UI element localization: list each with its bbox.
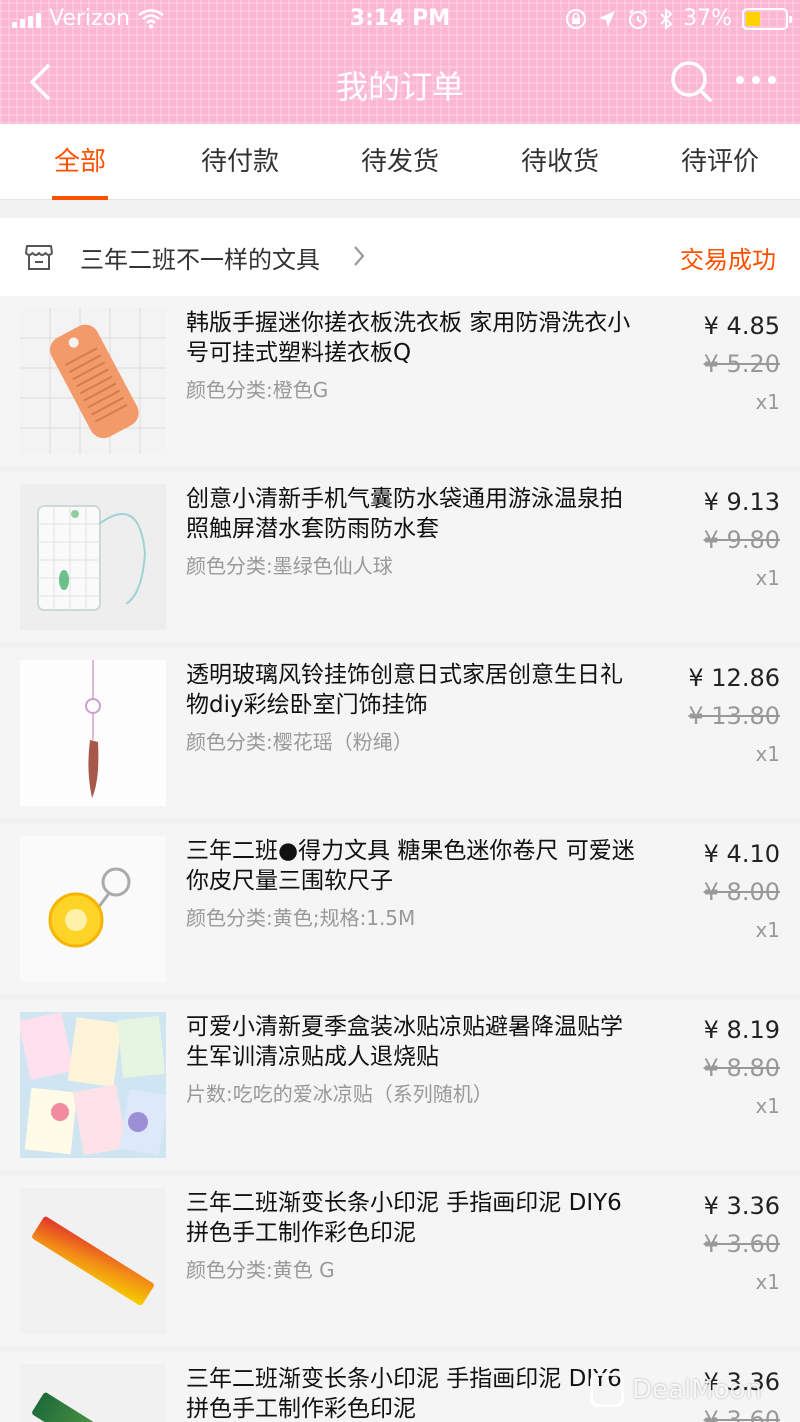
dealmoon-logo-icon xyxy=(590,1373,624,1407)
order-tabs: 全部 待付款 待发货 待收货 待评价 xyxy=(0,124,800,200)
rotation-lock-icon xyxy=(566,8,587,29)
original-price: ¥ 3.60 xyxy=(703,1230,780,1258)
original-price: ¥ 13.80 xyxy=(688,702,780,730)
status-right: 37% xyxy=(565,6,792,31)
product-thumbnail[interactable] xyxy=(20,308,166,454)
tab-pending-shipment[interactable]: 待发货 xyxy=(320,124,480,200)
product-thumbnail[interactable] xyxy=(20,484,166,630)
order-item[interactable]: 韩版手握迷你搓衣板洗衣板 家用防滑洗衣小号可挂式塑料搓衣板Q 颜色分类:橙色G … xyxy=(0,296,800,466)
bluetooth-icon xyxy=(660,7,673,30)
battery-icon xyxy=(742,7,792,30)
shop-icon xyxy=(25,245,53,270)
alarm-icon xyxy=(629,8,648,29)
product-title[interactable]: 三年二班渐变长条小印泥 手指画印泥 DIY6拼色手工制作彩色印泥 xyxy=(186,1188,636,1248)
original-price: ¥ 8.80 xyxy=(703,1054,780,1082)
product-title[interactable]: 三年二班●得力文具 糖果色迷你卷尺 可爱迷你皮尺量三围软尺子 xyxy=(186,836,636,896)
quantity: x1 xyxy=(755,1094,780,1118)
shop-name[interactable]: 三年二班不一样的文具 xyxy=(80,240,320,275)
product-price: ¥ 4.85 xyxy=(703,312,780,340)
more-button[interactable] xyxy=(736,70,778,90)
product-thumbnail[interactable] xyxy=(20,1012,166,1158)
product-thumbnail[interactable] xyxy=(20,1188,166,1334)
product-sku: 颜色分类:墨绿色仙人球 xyxy=(186,554,393,578)
tab-all[interactable]: 全部 xyxy=(0,124,160,200)
location-icon xyxy=(599,10,616,27)
order-item[interactable]: 可爱小清新夏季盒装冰贴凉贴避暑降温贴学生军训清凉贴成人退烧贴 片数:吃吃的爱冰凉… xyxy=(0,1000,800,1170)
product-title[interactable]: 韩版手握迷你搓衣板洗衣板 家用防滑洗衣小号可挂式塑料搓衣板Q xyxy=(186,308,636,368)
watermark: DealMoon xyxy=(590,1370,790,1410)
chevron-right-icon xyxy=(354,246,365,266)
nav-bar: 我的订单 xyxy=(0,40,800,124)
active-tab-indicator xyxy=(52,196,108,200)
battery-level xyxy=(746,11,760,26)
product-sku: 颜色分类:橙色G xyxy=(186,378,329,402)
tab-pending-payment[interactable]: 待付款 xyxy=(160,124,320,200)
tab-pending-review[interactable]: 待评价 xyxy=(640,124,800,200)
watermark-text: DealMoon xyxy=(632,1375,762,1405)
order-item[interactable]: 创意小清新手机气囊防水袋通用游泳温泉拍照触屏潜水套防雨防水套 颜色分类:墨绿色仙… xyxy=(0,472,800,642)
order-status: 交易成功 xyxy=(680,246,776,274)
quantity: x1 xyxy=(755,742,780,766)
quantity: x1 xyxy=(755,390,780,414)
quantity: x1 xyxy=(755,918,780,942)
original-price: ¥ 8.00 xyxy=(703,878,780,906)
search-icon[interactable] xyxy=(668,58,714,104)
order-item[interactable]: 三年二班●得力文具 糖果色迷你卷尺 可爱迷你皮尺量三围软尺子 颜色分类:黄色;规… xyxy=(0,824,800,994)
product-thumbnail[interactable] xyxy=(20,660,166,806)
tab-pending-receipt[interactable]: 待收货 xyxy=(480,124,640,200)
product-title[interactable]: 三年二班渐变长条小印泥 手指画印泥 DIY6拼色手工制作彩色印泥 xyxy=(186,1364,636,1422)
header: Verizon 3:14 PM 37% 我的订单 xyxy=(0,0,800,124)
product-price: ¥ 12.86 xyxy=(688,664,780,692)
status-bar: Verizon 3:14 PM 37% xyxy=(0,0,800,40)
product-sku: 颜色分类:樱花瑶（粉绳） xyxy=(186,730,413,754)
product-sku: 颜色分类:黄色 G xyxy=(186,1258,335,1282)
quantity: x1 xyxy=(755,566,780,590)
product-price: ¥ 4.10 xyxy=(703,840,780,868)
product-thumbnail[interactable] xyxy=(20,1364,166,1422)
product-price: ¥ 8.19 xyxy=(703,1016,780,1044)
product-sku: 片数:吃吃的爱冰凉贴（系列随机） xyxy=(186,1082,493,1106)
product-price: ¥ 9.13 xyxy=(703,488,780,516)
order-item[interactable]: 三年二班渐变长条小印泥 手指画印泥 DIY6拼色手工制作彩色印泥 颜色分类:黄色… xyxy=(0,1176,800,1346)
product-thumbnail[interactable] xyxy=(20,836,166,982)
original-price: ¥ 9.80 xyxy=(703,526,780,554)
product-title[interactable]: 创意小清新手机气囊防水袋通用游泳温泉拍照触屏潜水套防雨防水套 xyxy=(186,484,636,544)
quantity: x1 xyxy=(755,1270,780,1294)
product-sku: 颜色分类:黄色;规格:1.5M xyxy=(186,906,416,930)
order-item[interactable]: 透明玻璃风铃挂饰创意日式家居创意生日礼物diy彩绘卧室门饰挂饰 颜色分类:樱花瑶… xyxy=(0,648,800,818)
shop-header[interactable]: 三年二班不一样的文具 交易成功 xyxy=(0,218,800,296)
product-title[interactable]: 透明玻璃风铃挂饰创意日式家居创意生日礼物diy彩绘卧室门饰挂饰 xyxy=(186,660,636,720)
product-price: ¥ 3.36 xyxy=(703,1192,780,1220)
original-price: ¥ 5.20 xyxy=(703,350,780,378)
battery-percent: 37% xyxy=(683,6,732,31)
product-title[interactable]: 可爱小清新夏季盒装冰贴凉贴避暑降温贴学生军训清凉贴成人退烧贴 xyxy=(186,1012,636,1072)
